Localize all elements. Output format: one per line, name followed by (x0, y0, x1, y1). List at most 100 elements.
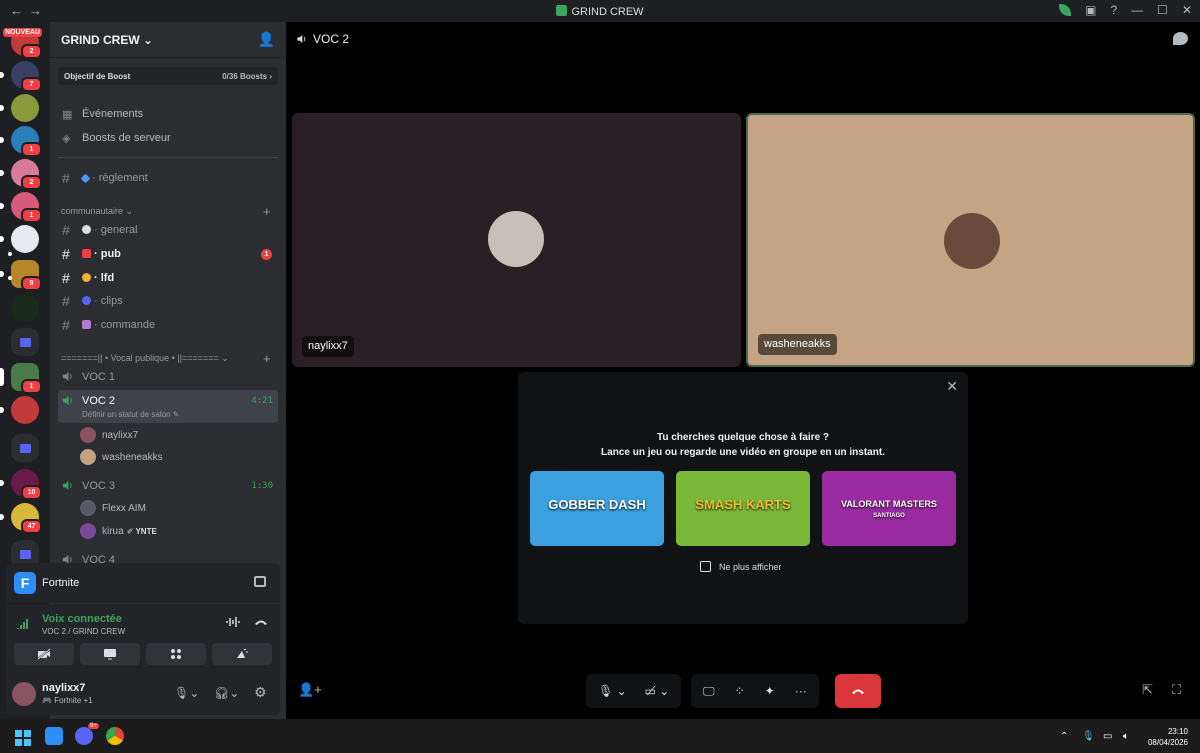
channel-rules[interactable]: # · règlement (58, 167, 278, 189)
channel-general[interactable]: # · general (58, 219, 278, 241)
system-clock[interactable]: 23:10 08/04/2026 (1148, 726, 1188, 748)
settings-gear-icon[interactable]: ⚙ (254, 684, 267, 701)
noise-suppression-icon[interactable] (226, 616, 240, 628)
game-card[interactable]: GOBBER DASH (530, 471, 664, 546)
call-timer: 1:30 (251, 481, 273, 491)
minimize-icon[interactable]: — (1131, 3, 1143, 17)
tile-username: naylixx7 (302, 336, 354, 357)
guild-icon[interactable] (0, 225, 39, 253)
guild-icon[interactable]: 9 (0, 260, 42, 291)
screen-share-icon[interactable] (254, 576, 266, 587)
server-header[interactable]: GRIND CREW ⌄ 👤 (50, 22, 286, 58)
popout-icon[interactable]: ⇱ (1142, 682, 1153, 698)
camera-off-icon (37, 648, 51, 660)
chrome-taskbar-icon[interactable] (106, 727, 124, 745)
voice-status[interactable]: Voix connectée (42, 613, 122, 625)
fullscreen-icon[interactable]: ⛶ (1172, 682, 1181, 698)
help-icon[interactable]: ? (1110, 3, 1117, 17)
game-card[interactable]: VALORANT MASTERS SANTIAGO (822, 471, 956, 546)
camera-off-button[interactable] (14, 643, 74, 665)
new-badge: NOUVEAU (3, 28, 43, 37)
hash-icon: # (62, 317, 70, 333)
mic-icon[interactable]: 🎙︎⌄ (174, 686, 199, 700)
fortnite-taskbar-icon[interactable] (45, 727, 63, 745)
hash-icon: # (62, 293, 70, 309)
video-tile[interactable]: naylixx7 (292, 113, 741, 367)
hang-up-button[interactable] (835, 674, 881, 708)
channel-status[interactable]: Définir un statut de salon ✎ (82, 410, 179, 419)
hash-icon: # (62, 270, 70, 286)
username[interactable]: naylixx7 (42, 682, 85, 694)
inbox-icon[interactable]: ▣ (1085, 3, 1096, 17)
boost-goal[interactable]: Objectif de Boost 0/36 Boosts › (58, 67, 278, 85)
checkbox[interactable] (700, 561, 711, 572)
game-card[interactable]: SMASH KARTS (676, 471, 810, 546)
guild-icon[interactable]: 47 (0, 503, 42, 534)
folder-icon[interactable] (11, 328, 39, 356)
guild-icon[interactable] (11, 294, 39, 322)
screen-share-icon (104, 649, 116, 660)
guild-icon[interactable] (0, 94, 39, 122)
network-icon[interactable]: ▭ (1103, 731, 1112, 742)
channel-commande[interactable]: # · commande (58, 314, 278, 336)
soundboard-icon[interactable]: ✦ (765, 684, 775, 698)
disconnect-icon[interactable] (254, 618, 268, 626)
more-icon[interactable]: ··· (795, 684, 807, 698)
close-icon[interactable]: ✕ (1182, 3, 1192, 17)
maximize-icon[interactable]: ☐ (1157, 3, 1168, 17)
share-screen-button[interactable] (80, 643, 140, 665)
voice-channel-voc1[interactable]: VOC 1 (58, 366, 278, 388)
guild-icon[interactable]: 10 (0, 469, 42, 500)
add-channel-icon[interactable]: + (263, 204, 271, 219)
mic-icon[interactable]: 🎙︎ ⌄ (598, 684, 627, 698)
tray-chevron-icon[interactable]: ⌃ (1060, 731, 1068, 742)
guild-icon[interactable]: 1 (0, 192, 42, 223)
chat-icon[interactable] (1173, 32, 1188, 45)
dont-show-checkbox[interactable]: Ne plus afficher (700, 561, 781, 572)
headset-icon[interactable]: 🎧︎⌄ (214, 686, 239, 700)
mic-tray-icon[interactable]: 🎙︎ (1082, 731, 1095, 742)
leaf-icon[interactable] (1059, 4, 1072, 16)
discord-taskbar-icon[interactable]: 9+ (75, 723, 99, 745)
windows-start-icon[interactable] (15, 730, 31, 746)
soundboard-button[interactable] (212, 643, 272, 665)
activities-icon[interactable]: ⁘ (735, 684, 745, 698)
signal-icon (17, 619, 28, 629)
guild-icon[interactable]: 1 (0, 126, 42, 157)
voice-stage: VOC 2 naylixx7 washeneakks ✕ Tu cherches… (286, 22, 1200, 719)
guild-icon[interactable]: 2 (0, 159, 42, 190)
voice-channel-path[interactable]: VOC 2 / GRIND CREW (42, 627, 125, 636)
soundboard-icon (237, 648, 248, 658)
channel-lfd[interactable]: # · lfd (8, 267, 278, 289)
screen-share-icon[interactable]: 🖵 (703, 684, 715, 699)
voice-channel-voc3[interactable]: VOC 3 1:30 (58, 475, 278, 497)
folder-icon[interactable] (11, 434, 39, 462)
invite-icon[interactable]: 👤 (258, 31, 275, 48)
boosts-link[interactable]: ◈ Boosts de serveur (58, 127, 278, 149)
events-link[interactable]: ▦ Événements (58, 103, 278, 125)
voice-channel-voc2[interactable]: VOC 2 4:21 Définir un statut de salon ✎ (58, 390, 278, 423)
invite-user-icon[interactable]: 👤+ (298, 682, 322, 698)
user-panel: naylixx7 🎮 Fortnite +1 🎙︎⌄ 🎧︎⌄ ⚙ (6, 675, 280, 715)
volume-icon[interactable]: 🔈︎ (1123, 731, 1129, 742)
user-avatar[interactable] (12, 682, 36, 706)
hash-icon: # (62, 222, 70, 238)
speaker-icon (297, 34, 306, 44)
guild-icon[interactable]: 1 (0, 363, 42, 394)
mic-camera-controls: 🎙︎ ⌄ ▭̸ ⌄ (586, 674, 682, 708)
category-community[interactable]: communautaire ⌄ + (61, 204, 271, 219)
popup-subtitle: Lance un jeu ou regarde une vidéo en gro… (601, 447, 885, 458)
video-tile[interactable]: washeneakks (746, 113, 1195, 367)
camera-off-icon[interactable]: ▭̸ ⌄ (645, 684, 670, 698)
add-channel-icon[interactable]: + (263, 351, 271, 366)
voice-connection-panel: Voix connectée VOC 2 / GRIND CREW (6, 604, 280, 675)
avatar (80, 500, 96, 516)
activities-button[interactable] (146, 643, 206, 665)
guild-icon[interactable]: 7 (0, 61, 42, 92)
guild-icon[interactable] (0, 396, 39, 424)
category-voice[interactable]: =======|| • Vocal publique • ||======= ⌄… (61, 351, 271, 366)
close-icon[interactable]: ✕ (946, 378, 958, 395)
channel-clips[interactable]: # · clips (58, 290, 278, 312)
channel-pub[interactable]: # · pub 1 (8, 243, 278, 265)
activity-panel: F Fortnite (6, 563, 280, 603)
